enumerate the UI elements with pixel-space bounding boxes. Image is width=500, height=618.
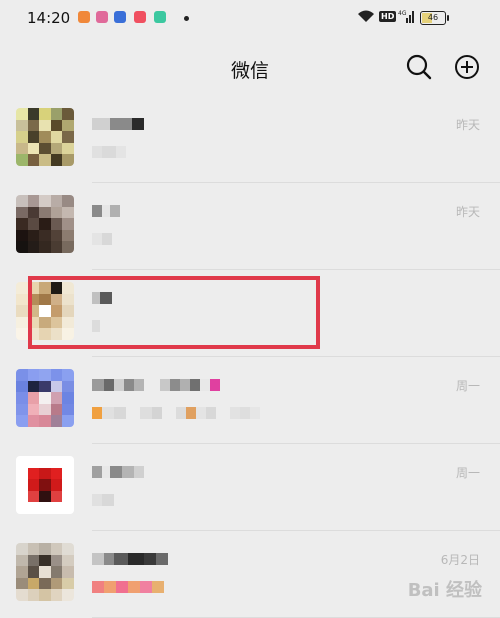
avatar: [16, 543, 74, 601]
chat-list-item[interactable]: 昨天: [0, 96, 500, 183]
watermark: Bai 经验: [407, 580, 482, 601]
battery-level: 46: [427, 13, 439, 22]
avatar: [16, 195, 74, 253]
app-notification-icon: [114, 11, 126, 23]
avatar: [16, 108, 74, 166]
battery-icon: 46: [420, 11, 449, 25]
wifi-icon: [358, 10, 374, 22]
chat-list-item[interactable]: 6月2日: [0, 531, 500, 618]
app-notification-icon: [134, 11, 146, 23]
app-notification-icon: [154, 11, 166, 23]
add-button[interactable]: [452, 52, 482, 82]
status-time: 14:20: [27, 9, 71, 27]
chat-list-item[interactable]: 周一: [0, 444, 500, 531]
network-type-label: 4G: [398, 10, 407, 17]
chat-list-item[interactable]: 周一: [0, 357, 500, 444]
plus-circle-icon: [455, 55, 479, 79]
signal-icon: 4G: [398, 10, 414, 23]
avatar: [16, 369, 74, 427]
more-notifications-dot: [184, 16, 189, 21]
chat-time: 昨天: [455, 205, 480, 219]
chat-time: 6月2日: [440, 553, 480, 567]
chat-list: 昨天 昨天 周一 周一 6月2日: [0, 96, 500, 618]
search-icon: [406, 54, 432, 80]
app-notification-icon: [78, 11, 90, 23]
chat-list-item[interactable]: 昨天: [0, 183, 500, 270]
status-bar: 14:20 HD 4G 46: [0, 0, 500, 36]
highlight-annotation-box: [28, 276, 320, 349]
chat-time: 昨天: [455, 118, 480, 132]
chat-time: 周一: [455, 379, 480, 393]
avatar: [16, 456, 74, 514]
hd-voice-badge: HD: [379, 11, 397, 22]
chat-time: 周一: [455, 466, 480, 480]
app-notification-icon: [96, 11, 108, 23]
header: 微信: [0, 36, 500, 96]
search-button[interactable]: [404, 52, 434, 82]
